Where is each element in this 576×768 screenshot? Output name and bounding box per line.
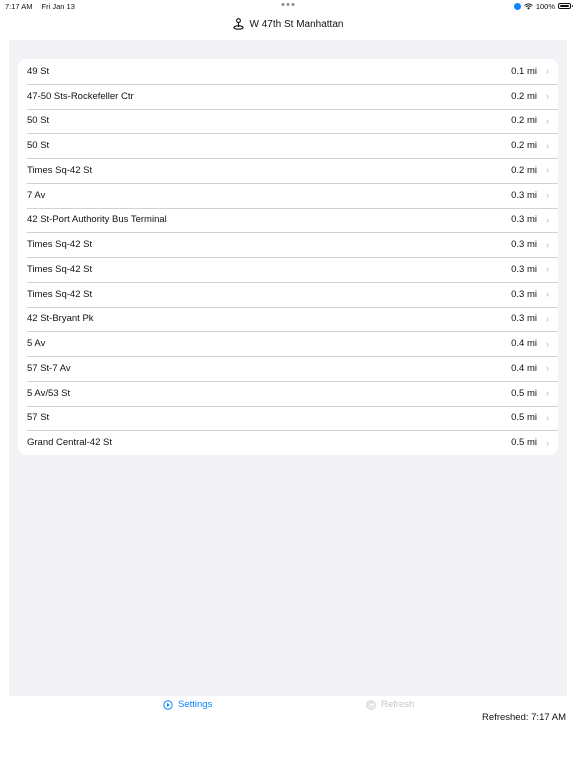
status-bar: 7:17 AM Fri Jan 13 100% xyxy=(0,0,576,12)
station-row[interactable]: 47-50 Sts-Rockefeller Ctr 0.2 mi › xyxy=(18,83,558,109)
chevron-right-icon: › xyxy=(546,388,549,399)
battery-percent: 100% xyxy=(535,1,555,11)
chevron-right-icon: › xyxy=(546,91,549,102)
chevron-right-icon: › xyxy=(546,239,549,250)
chevron-right-icon: › xyxy=(546,214,549,225)
multitasking-dots-icon[interactable] xyxy=(281,3,295,6)
station-distance: 0.3 mi xyxy=(511,189,537,201)
station-row[interactable]: Times Sq-42 St 0.3 mi › xyxy=(18,281,558,307)
station-row[interactable]: 49 St 0.1 mi › xyxy=(18,59,558,84)
station-name: Times Sq-42 St xyxy=(27,164,93,176)
station-name: 50 St xyxy=(27,115,50,127)
settings-button-label: Settings xyxy=(178,699,213,710)
station-row[interactable]: 42 St-Bryant Pk 0.3 mi › xyxy=(18,306,558,332)
station-distance: 0.5 mi xyxy=(511,437,537,449)
chevron-right-icon: › xyxy=(546,264,549,275)
station-row[interactable]: 42 St-Port Authority Bus Terminal 0.3 mi › xyxy=(18,207,558,233)
station-name: 5 Av/53 St xyxy=(27,387,71,399)
chevron-right-icon: › xyxy=(546,289,549,300)
station-name: 42 St-Port Authority Bus Terminal xyxy=(27,214,167,226)
bottom-toolbar: Settings Refresh xyxy=(0,699,576,713)
chevron-right-icon: › xyxy=(546,115,549,126)
station-distance: 0.3 mi xyxy=(511,313,537,325)
location-pin-icon xyxy=(232,18,244,30)
station-row[interactable]: Times Sq-42 St 0.3 mi › xyxy=(18,232,558,257)
station-distance: 0.3 mi xyxy=(511,288,537,300)
chevron-right-icon: › xyxy=(546,190,549,201)
station-name: 5 Av xyxy=(27,338,46,350)
station-distance: 0.2 mi xyxy=(511,90,537,102)
refresh-button[interactable]: Refresh xyxy=(366,699,414,710)
chevron-right-icon: › xyxy=(546,313,549,324)
settings-icon xyxy=(163,699,173,710)
station-list: 49 St 0.1 mi › 47-50 Sts-Rockefeller Ctr 0.2… xyxy=(18,59,558,455)
station-distance: 0.2 mi xyxy=(511,164,537,176)
station-name: Grand Central-42 St xyxy=(27,437,113,449)
page-title: W 47th St Manhattan xyxy=(249,18,344,30)
station-distance: 0.3 mi xyxy=(511,214,537,226)
station-name: 47-50 Sts-Rockefeller Ctr xyxy=(27,90,134,102)
wifi-icon xyxy=(524,3,533,9)
content-area: 49 St 0.1 mi › 47-50 Sts-Rockefeller Ctr 0.2… xyxy=(9,40,567,696)
station-name: 49 St xyxy=(27,65,50,77)
station-row[interactable]: 7 Av 0.3 mi › xyxy=(18,182,558,208)
station-name: 7 Av xyxy=(27,189,46,201)
station-row[interactable]: 5 Av/53 St 0.5 mi › xyxy=(18,380,558,406)
station-row[interactable]: Grand Central-42 St 0.5 mi › xyxy=(18,430,558,455)
station-distance: 0.2 mi xyxy=(511,115,537,127)
station-name: 42 St-Bryant Pk xyxy=(27,313,94,325)
chevron-right-icon: › xyxy=(546,165,549,176)
station-row[interactable]: Times Sq-42 St 0.3 mi › xyxy=(18,257,558,282)
station-distance: 0.3 mi xyxy=(511,239,537,251)
station-name: 57 St-7 Av xyxy=(27,362,71,374)
station-row[interactable]: Times Sq-42 St 0.2 mi › xyxy=(18,158,558,183)
station-distance: 0.2 mi xyxy=(511,140,537,152)
chevron-right-icon: › xyxy=(546,140,549,151)
station-name: Times Sq-42 St xyxy=(27,263,93,275)
chevron-right-icon: › xyxy=(546,338,549,349)
settings-button[interactable]: Settings xyxy=(163,699,212,710)
chevron-right-icon: › xyxy=(546,66,549,77)
station-name: 50 St xyxy=(27,140,50,152)
status-date: Fri Jan 13 xyxy=(41,1,75,11)
chevron-right-icon: › xyxy=(546,363,549,374)
station-name: Times Sq-42 St xyxy=(27,239,93,251)
refresh-button-label: Refresh xyxy=(381,699,415,710)
station-row[interactable]: 50 St 0.2 mi › xyxy=(18,108,558,134)
station-distance: 0.4 mi xyxy=(511,338,537,350)
station-row[interactable]: 57 St-7 Av 0.4 mi › xyxy=(18,356,558,381)
refreshed-timestamp: Refreshed: 7:17 AM xyxy=(482,712,566,723)
refresh-icon xyxy=(366,699,376,710)
station-distance: 0.5 mi xyxy=(511,412,537,424)
battery-icon xyxy=(558,3,573,9)
station-distance: 0.3 mi xyxy=(511,263,537,275)
station-row[interactable]: 50 St 0.2 mi › xyxy=(18,133,558,158)
station-distance: 0.4 mi xyxy=(511,362,537,374)
station-distance: 0.5 mi xyxy=(511,387,537,399)
nav-title-bar: W 47th St Manhattan xyxy=(0,18,576,30)
status-time: 7:17 AM xyxy=(5,1,33,11)
chevron-right-icon: › xyxy=(546,437,549,448)
station-row[interactable]: 5 Av 0.4 mi › xyxy=(18,331,558,356)
station-distance: 0.1 mi xyxy=(511,65,537,77)
station-name: 57 St xyxy=(27,412,50,424)
station-row[interactable]: 57 St 0.5 mi › xyxy=(18,405,558,431)
chevron-right-icon: › xyxy=(546,412,549,423)
station-name: Times Sq-42 St xyxy=(27,288,93,300)
location-services-icon xyxy=(513,2,521,10)
